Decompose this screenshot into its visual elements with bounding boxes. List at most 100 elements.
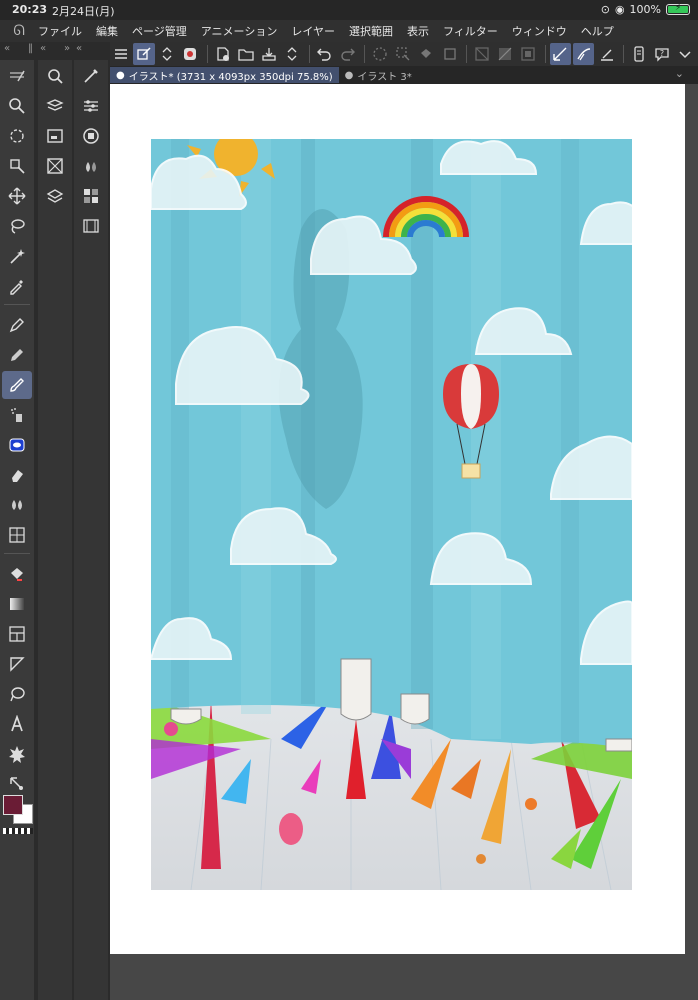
canvas-area[interactable] <box>110 84 698 1000</box>
frame-icon[interactable] <box>2 620 32 648</box>
lasso-icon[interactable] <box>2 212 32 240</box>
menu-edit[interactable]: 編集 <box>96 23 118 39</box>
select-all-icon[interactable] <box>369 43 390 65</box>
layers-icon[interactable] <box>40 182 70 210</box>
tabs-chevron-down-icon[interactable]: ⌄ <box>675 67 684 80</box>
color-wheel-icon[interactable] <box>76 122 106 150</box>
snap-special-ruler-icon[interactable] <box>572 43 595 65</box>
menu-filter[interactable]: フィルター <box>443 23 498 39</box>
status-right: ⊙ ◉ 100% ⚡ <box>601 3 690 16</box>
clear-icon[interactable] <box>518 43 539 65</box>
smartphone-icon[interactable] <box>628 43 649 65</box>
brush-size-icon[interactable] <box>76 62 106 90</box>
correction-icon[interactable] <box>2 770 32 798</box>
companion-icon[interactable] <box>180 43 201 65</box>
decoration-icon[interactable] <box>2 431 32 459</box>
chevron-down-icon[interactable] <box>675 43 696 65</box>
menu-bar: ᘏ ファイル 編集 ページ管理 アニメーション レイヤー 選択範囲 表示 フィル… <box>0 20 698 42</box>
open-folder-icon[interactable] <box>235 43 256 65</box>
divider <box>623 45 625 63</box>
lasso-fill-icon[interactable] <box>2 680 32 708</box>
brush-icon[interactable] <box>2 371 32 399</box>
tab-label: イラスト 3* <box>357 71 412 83</box>
blend-icon[interactable] <box>2 491 32 519</box>
snap-ruler-icon[interactable] <box>549 43 571 65</box>
tool-menu-icon[interactable] <box>2 62 32 90</box>
material-icon[interactable] <box>40 152 70 180</box>
menu-file[interactable]: ファイル <box>38 23 82 39</box>
menu-view[interactable]: 表示 <box>407 23 429 39</box>
save-icon[interactable] <box>258 43 279 65</box>
menu-animation[interactable]: アニメーション <box>201 23 278 39</box>
magic-wand-icon[interactable] <box>2 242 32 270</box>
move-icon[interactable] <box>2 182 32 210</box>
canvas-paper[interactable] <box>110 84 685 954</box>
menu-layer[interactable]: レイヤー <box>291 23 335 39</box>
help-icon[interactable]: ? <box>652 43 673 65</box>
transform-icon[interactable] <box>392 43 413 65</box>
grip-icon[interactable]: ‖ <box>28 43 33 54</box>
menu-page[interactable]: ページ管理 <box>132 23 187 39</box>
layer-property-icon[interactable] <box>40 92 70 120</box>
tool-property-icon[interactable] <box>76 92 106 120</box>
collapse-left-icon[interactable]: « <box>4 43 10 54</box>
wifi-icon: ◉ <box>614 3 625 16</box>
edit-mode-icon[interactable] <box>133 43 155 65</box>
divider <box>4 553 30 554</box>
balloon-icon[interactable] <box>2 740 32 768</box>
perspective-icon[interactable] <box>2 521 32 549</box>
gradient-icon[interactable] <box>2 590 32 618</box>
divider <box>544 45 546 63</box>
main-color-swatch[interactable] <box>3 795 23 815</box>
eyedropper-icon[interactable] <box>2 272 32 300</box>
status-time: 20:23 <box>12 3 48 16</box>
deselect-icon[interactable] <box>471 43 492 65</box>
tab-illustration-3[interactable]: ● イラスト 3* <box>339 67 418 83</box>
airbrush-icon[interactable] <box>2 401 32 429</box>
zoom-icon[interactable] <box>2 92 32 120</box>
artwork-image[interactable] <box>151 139 632 890</box>
rotate-icon[interactable] <box>2 122 32 150</box>
tab-dot-icon: ● <box>116 69 125 81</box>
color-chip[interactable] <box>3 795 33 825</box>
menu-selection[interactable]: 選択範囲 <box>349 23 393 39</box>
ruler-icon[interactable] <box>2 650 32 678</box>
divider <box>207 45 208 63</box>
battery-icon: ⚡ <box>666 3 690 15</box>
stepper-icon[interactable] <box>157 43 178 65</box>
eraser-icon[interactable] <box>2 461 32 489</box>
redo-icon[interactable] <box>337 43 358 65</box>
collapse-mid-icon[interactable]: « <box>40 43 46 54</box>
menu-help[interactable]: ヘルプ <box>581 23 614 39</box>
tab-illustration-active[interactable]: ● イラスト* (3731 x 4093px 350dpi 75.8%) <box>110 67 339 83</box>
pencil-icon[interactable] <box>2 341 32 369</box>
stepper-icon[interactable] <box>282 43 303 65</box>
fill-icon[interactable] <box>2 560 32 588</box>
divider <box>364 45 366 63</box>
invert-selection-icon[interactable] <box>494 43 515 65</box>
palette-header: « ‖ « » « <box>0 42 110 60</box>
fill-selection-icon[interactable] <box>416 43 437 65</box>
timeline-icon[interactable] <box>76 212 106 240</box>
tool-palette <box>0 60 34 1000</box>
color-mixing-icon[interactable] <box>76 152 106 180</box>
pen-icon[interactable] <box>2 311 32 339</box>
expand-mid-icon[interactable]: » <box>64 43 70 54</box>
app-logo-icon[interactable]: ᘏ <box>0 23 38 39</box>
new-file-icon[interactable] <box>212 43 233 65</box>
zoom-sub-icon[interactable] <box>40 62 70 90</box>
snap-grid-icon[interactable] <box>596 43 617 65</box>
link-icon: ⊙ <box>600 3 610 16</box>
hamburger-menu-icon[interactable] <box>110 43 131 65</box>
undo-icon[interactable] <box>314 43 335 65</box>
navigator-icon[interactable] <box>40 122 70 150</box>
svg-text:?: ? <box>660 49 664 58</box>
crop-icon[interactable] <box>439 43 460 65</box>
object-icon[interactable] <box>2 152 32 180</box>
collapse-right-icon[interactable]: « <box>76 43 82 54</box>
text-icon[interactable] <box>2 710 32 738</box>
color-set-icon[interactable] <box>76 182 106 210</box>
menu-window[interactable]: ウィンドウ <box>512 23 567 39</box>
panel-palette <box>74 60 108 1000</box>
transparent-color-swatch[interactable] <box>3 828 33 834</box>
